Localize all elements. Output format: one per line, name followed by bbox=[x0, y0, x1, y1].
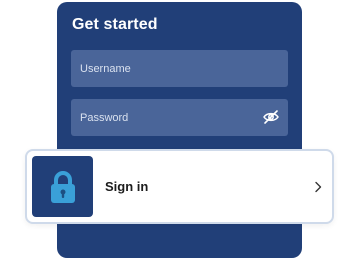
lock-icon bbox=[51, 171, 75, 203]
username-field[interactable] bbox=[71, 50, 288, 87]
sign-in-button[interactable]: Sign in bbox=[25, 149, 334, 224]
chevron-right-icon bbox=[314, 180, 322, 198]
lock-tile bbox=[32, 156, 93, 217]
card-title: Get started bbox=[72, 16, 158, 33]
password-field[interactable] bbox=[71, 99, 288, 136]
password-input[interactable] bbox=[71, 99, 288, 136]
username-input[interactable] bbox=[71, 50, 288, 87]
eye-off-icon[interactable] bbox=[262, 109, 280, 125]
login-screen: Get started Sign in bbox=[0, 0, 360, 260]
sign-in-label: Sign in bbox=[105, 179, 149, 194]
